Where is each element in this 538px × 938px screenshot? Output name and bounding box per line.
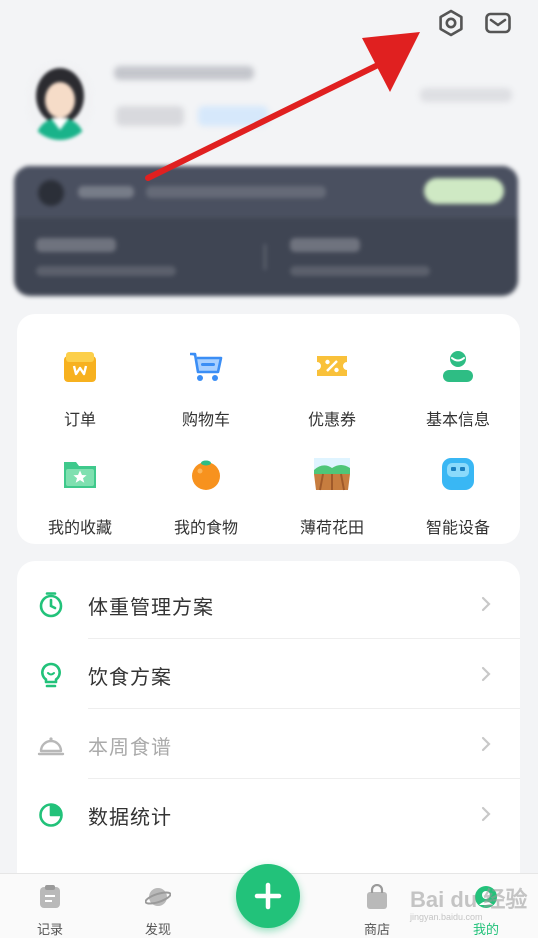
menu-label: 优惠券	[307, 410, 356, 429]
tab-record[interactable]: 记录	[10, 874, 90, 938]
add-record-button[interactable]	[236, 864, 300, 928]
menu-label: 我的食物	[173, 518, 238, 537]
watermark-url: jingyan.baidu.com	[410, 912, 483, 922]
menu-coupons[interactable]: 优惠券	[269, 324, 395, 432]
member-subtitle-placeholder	[146, 186, 326, 198]
list-item-label: 饮食方案	[88, 665, 172, 689]
vip-badge	[198, 106, 268, 126]
menu-mint-farm[interactable]: 薄荷花田	[269, 432, 395, 540]
plus-icon	[254, 882, 282, 910]
member-card[interactable]	[14, 166, 518, 296]
pie-chart-icon	[37, 801, 65, 829]
member-divider	[264, 244, 266, 270]
menu-my-food[interactable]: 我的食物	[143, 432, 269, 540]
baidu-watermark: Bai du 经验 jingyan.baidu.com	[410, 876, 530, 926]
chevron-right-icon	[480, 596, 492, 612]
menu-label: 我的收藏	[47, 518, 112, 537]
top-bar	[0, 0, 538, 48]
shopping-cart-icon	[188, 348, 224, 384]
menu-cart[interactable]: 购物车	[143, 324, 269, 432]
menu-label: 购物车	[181, 410, 230, 429]
menu-label: 智能设备	[425, 518, 490, 537]
list-item-weight-plan[interactable]: 体重管理方案	[17, 569, 520, 639]
list-item-statistics[interactable]: 数据统计	[17, 779, 520, 849]
planet-icon	[144, 884, 172, 910]
shop-bag-icon	[364, 883, 390, 910]
member-benefit-1[interactable]	[36, 238, 116, 252]
quick-menu-card: 订单 购物车 优惠券 基本信息 我的收藏 我的食物 薄荷花田 智能设备	[17, 314, 520, 544]
profile-header[interactable]	[0, 48, 538, 158]
member-benefit-2[interactable]	[290, 238, 360, 252]
menu-basic-info[interactable]: 基本信息	[395, 324, 521, 432]
menu-orders[interactable]: 订单	[17, 324, 143, 432]
menu-label: 订单	[63, 410, 96, 429]
food-cloche-icon	[37, 731, 65, 759]
level-badge	[116, 106, 184, 126]
smart-device-icon	[440, 456, 476, 492]
farm-field-icon	[314, 456, 350, 492]
orange-fruit-icon	[188, 456, 224, 492]
member-open-button[interactable]	[424, 178, 504, 204]
tab-label: 商店	[363, 923, 390, 938]
tab-discover[interactable]: 发现	[118, 874, 198, 938]
lightbulb-icon	[37, 661, 65, 689]
gear-icon[interactable]	[437, 9, 465, 37]
tab-shop[interactable]: 商店	[337, 874, 417, 938]
chevron-right-icon	[480, 806, 492, 822]
timer-icon	[37, 591, 65, 619]
record-icon	[37, 884, 63, 910]
mail-icon[interactable]	[484, 9, 512, 37]
favorites-folder-icon	[62, 456, 98, 492]
menu-smart-devices[interactable]: 智能设备	[395, 432, 521, 540]
homepage-link[interactable]	[420, 88, 512, 102]
member-benefit-2-desc	[290, 266, 430, 276]
tab-label: 记录	[36, 923, 63, 938]
member-benefit-1-desc	[36, 266, 176, 276]
plan-list-card: 体重管理方案 饮食方案 本周食谱 数据统计	[17, 561, 520, 891]
coupon-icon	[314, 348, 350, 384]
member-title-placeholder	[78, 186, 134, 198]
menu-label: 薄荷花田	[299, 518, 364, 537]
tab-label: 发现	[144, 923, 171, 938]
user-info-icon	[440, 348, 476, 384]
list-item-diet-plan[interactable]: 饮食方案	[17, 639, 520, 709]
list-item-label: 本周食谱	[88, 735, 172, 759]
avatar[interactable]	[27, 62, 93, 140]
list-item-label: 体重管理方案	[88, 595, 214, 619]
list-item-label: 数据统计	[88, 805, 172, 829]
chevron-right-icon	[480, 666, 492, 682]
order-box-icon	[62, 348, 98, 384]
menu-favorites[interactable]: 我的收藏	[17, 432, 143, 540]
chevron-right-icon	[480, 736, 492, 752]
username-placeholder	[114, 66, 254, 80]
watermark-text: Bai du 经验	[410, 887, 528, 912]
menu-label: 基本信息	[425, 410, 490, 429]
member-badge-icon	[38, 180, 64, 206]
list-item-weekly-recipes[interactable]: 本周食谱	[17, 709, 520, 779]
